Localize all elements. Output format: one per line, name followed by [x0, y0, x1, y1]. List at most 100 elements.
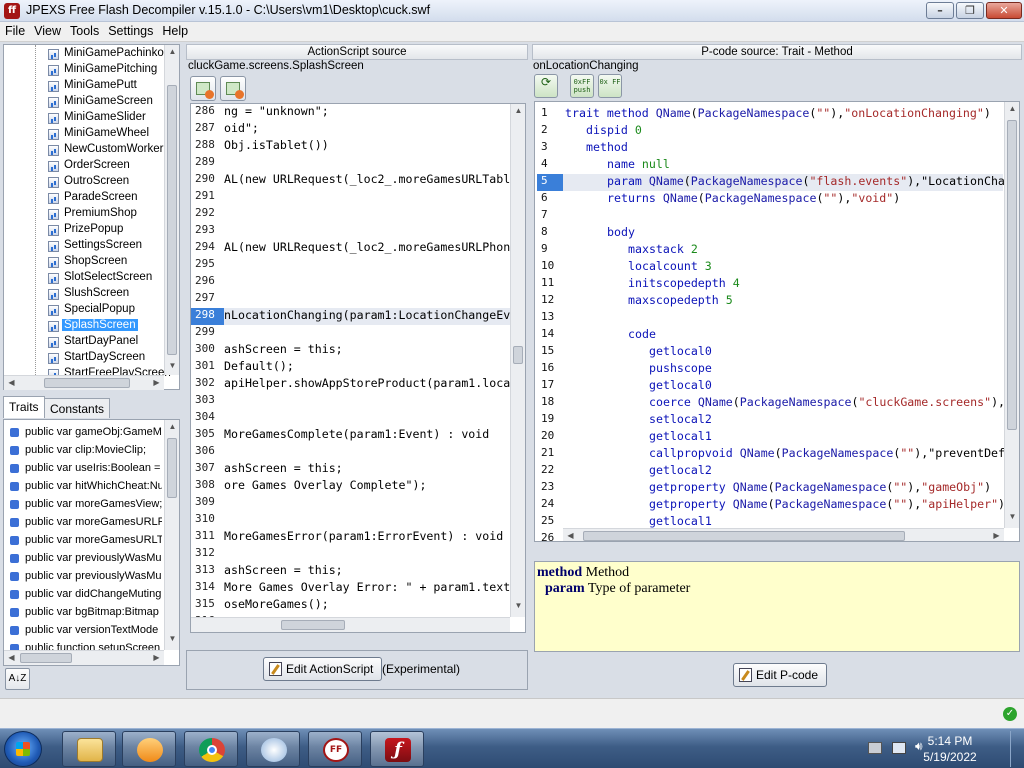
- show-desktop-button[interactable]: [1010, 731, 1022, 767]
- sort-button[interactable]: A↓Z: [5, 668, 30, 690]
- code-line[interactable]: oseMoreGames();: [224, 597, 329, 614]
- code-line[interactable]: AL(new URLRequest(_loc2_.moreGamesURLTab…: [224, 172, 517, 189]
- taskbar-chrome[interactable]: [184, 731, 238, 767]
- pcode-line[interactable]: getproperty QName(PackageNamespace(""),"…: [649, 480, 991, 497]
- network-icon[interactable]: [892, 742, 906, 754]
- taskbar-flash-player[interactable]: ƒ: [370, 731, 424, 767]
- as-scroll-thumb[interactable]: [513, 346, 523, 364]
- scroll-left-icon[interactable]: ◀: [4, 378, 19, 387]
- hex-toggle-button[interactable]: 0x FF: [598, 74, 622, 98]
- scroll-down-icon[interactable]: ▼: [165, 634, 180, 643]
- trait-row[interactable]: public var versionTextMode: [8, 622, 162, 640]
- pcode-horizontal-scrollbar[interactable]: ◀ ▶: [563, 528, 1004, 541]
- pcode-line[interactable]: name null: [607, 157, 670, 174]
- scroll-up-icon[interactable]: ▲: [1005, 104, 1019, 113]
- pcode-line[interactable]: getlocal1: [649, 429, 712, 446]
- pcode-line[interactable]: initscopedepth 4: [628, 276, 740, 293]
- tab-constants[interactable]: Constants: [44, 398, 111, 418]
- pcode-line[interactable]: method: [586, 140, 628, 157]
- pcode-line[interactable]: getlocal0: [649, 378, 712, 395]
- trait-row[interactable]: public var hitWhichCheat:Nu: [8, 478, 162, 496]
- taskbar-ffdec[interactable]: FF: [308, 731, 362, 767]
- code-line[interactable]: MoreGamesComplete(param1:Event) : void: [224, 427, 489, 444]
- menu-settings[interactable]: Settings: [103, 22, 157, 38]
- pcode-line[interactable]: setlocal2: [649, 412, 712, 429]
- code-line[interactable]: ashScreen = this;: [224, 563, 343, 580]
- scroll-left-icon[interactable]: ◀: [563, 531, 578, 540]
- trait-row[interactable]: public var useIris:Boolean =: [8, 460, 162, 478]
- pcode-line[interactable]: callpropvoid QName(PackageNamespace(""),…: [649, 446, 1005, 463]
- close-button[interactable]: ✕: [986, 2, 1022, 19]
- tree-horizontal-scrollbar[interactable]: ◀ ▶: [4, 375, 164, 390]
- code-line[interactable]: apiHelper.showAppStoreProduct(param1.loc…: [224, 376, 510, 393]
- code-line[interactable]: ng = "unknown";: [224, 104, 329, 121]
- scroll-right-icon[interactable]: ▶: [989, 531, 1004, 540]
- traits-hscroll-thumb[interactable]: [20, 653, 72, 663]
- pcode-line[interactable]: param QName(PackageNamespace("flash.even…: [607, 174, 1005, 191]
- menu-view[interactable]: View: [29, 22, 65, 38]
- action-center-icon[interactable]: [868, 742, 882, 754]
- pcode-line[interactable]: localcount 3: [628, 259, 712, 276]
- trait-row[interactable]: public var bgBitmap:Bitmap: [8, 604, 162, 622]
- code-line[interactable]: ore Games Overlay Complete");: [224, 478, 426, 495]
- trait-row[interactable]: public var didChangeMuting: [8, 586, 162, 604]
- trait-row[interactable]: public var gameObj:GameMc: [8, 424, 162, 442]
- scroll-up-icon[interactable]: ▲: [165, 47, 180, 56]
- scroll-down-icon[interactable]: ▼: [511, 601, 525, 610]
- traits-horizontal-scrollbar[interactable]: ◀ ▶: [4, 650, 164, 665]
- edit-pcode-button[interactable]: Edit P-code: [733, 663, 828, 687]
- tree-scroll-thumb[interactable]: [167, 85, 177, 355]
- menu-file[interactable]: File: [0, 22, 29, 38]
- as-horizontal-scrollbar[interactable]: [191, 617, 510, 632]
- class-tree[interactable]: MiniGamePachinko MiniGamePitching MiniGame…: [3, 44, 180, 390]
- pcode-line[interactable]: body: [607, 225, 635, 242]
- as-hscroll-thumb[interactable]: [281, 620, 345, 630]
- menu-help[interactable]: Help: [157, 22, 192, 38]
- scroll-down-icon[interactable]: ▼: [1005, 512, 1019, 521]
- trait-row[interactable]: public var previouslyWasMu: [8, 568, 162, 586]
- taskbar-network-drive[interactable]: [246, 731, 300, 767]
- code-line[interactable]: oid";: [224, 121, 259, 138]
- trait-row[interactable]: public var moreGamesView;: [8, 496, 162, 514]
- traits-vertical-scrollbar[interactable]: ▲ ▼: [164, 420, 179, 650]
- scroll-right-icon[interactable]: ▶: [149, 653, 164, 662]
- menu-tools[interactable]: Tools: [65, 22, 103, 38]
- edit-actionscript-button[interactable]: Edit ActionScript: [263, 657, 383, 681]
- pcode-line[interactable]: pushscope: [649, 361, 712, 378]
- deobfuscate-button[interactable]: [190, 76, 216, 101]
- pcode-editor[interactable]: 1 trait method QName(PackageNamespace("")…: [534, 101, 1020, 542]
- pcode-line[interactable]: maxstack 2: [628, 242, 698, 259]
- traits-list[interactable]: public var gameObj:GameMc public var clip…: [3, 419, 180, 666]
- start-button[interactable]: [4, 731, 42, 767]
- code-line[interactable]: MoreGamesError(param1:ErrorEvent) : void: [224, 529, 503, 546]
- pcode-line[interactable]: getlocal2: [649, 463, 712, 480]
- scroll-up-icon[interactable]: ▲: [165, 422, 180, 431]
- scroll-down-icon[interactable]: ▼: [165, 361, 180, 370]
- pcode-vertical-scrollbar[interactable]: ▲ ▼: [1004, 102, 1019, 528]
- trait-row[interactable]: public var clip:MovieClip;: [8, 442, 162, 460]
- taskbar-file-explorer[interactable]: [62, 731, 116, 767]
- tab-traits[interactable]: Traits: [3, 396, 45, 418]
- code-line[interactable]: Default();: [224, 359, 294, 376]
- tree-vertical-scrollbar[interactable]: ▲ ▼: [164, 45, 179, 375]
- code-line[interactable]: ashScreen = this;: [224, 342, 343, 359]
- tree-hscroll-thumb[interactable]: [44, 378, 130, 388]
- trait-row[interactable]: public var previouslyWasMu: [8, 550, 162, 568]
- trait-row[interactable]: public var moreGamesURLPh: [8, 514, 162, 532]
- scroll-right-icon[interactable]: ▶: [149, 378, 164, 387]
- code-line[interactable]: nLocationChanging(param1:LocationChangeE…: [224, 308, 517, 325]
- code-line[interactable]: ashScreen = this;: [224, 461, 343, 478]
- pcode-line[interactable]: returns QName(PackageNamespace(""),"void…: [607, 191, 900, 208]
- pcode-line[interactable]: getproperty QName(PackageNamespace(""),"…: [649, 497, 1005, 514]
- code-line[interactable]: Obj.isTablet()): [224, 138, 329, 155]
- pcode-line[interactable]: getlocal0: [649, 344, 712, 361]
- code-line[interactable]: AL(new URLRequest(_loc2_.moreGamesURLPho…: [224, 240, 517, 257]
- pcode-line[interactable]: dispid 0: [586, 123, 642, 140]
- code-line[interactable]: More Games Overlay Error: " + param1.tex…: [224, 580, 517, 597]
- pcode-line[interactable]: maxscopedepth 5: [628, 293, 733, 310]
- pcode-hscroll-thumb[interactable]: [583, 531, 905, 541]
- disable-decompile-button[interactable]: [220, 76, 246, 101]
- pcode-line[interactable]: coerce QName(PackageNamespace("cluckGame…: [649, 395, 1005, 412]
- pcode-line[interactable]: trait method QName(PackageNamespace(""),…: [565, 106, 991, 123]
- as-vertical-scrollbar[interactable]: ▲ ▼: [510, 104, 525, 617]
